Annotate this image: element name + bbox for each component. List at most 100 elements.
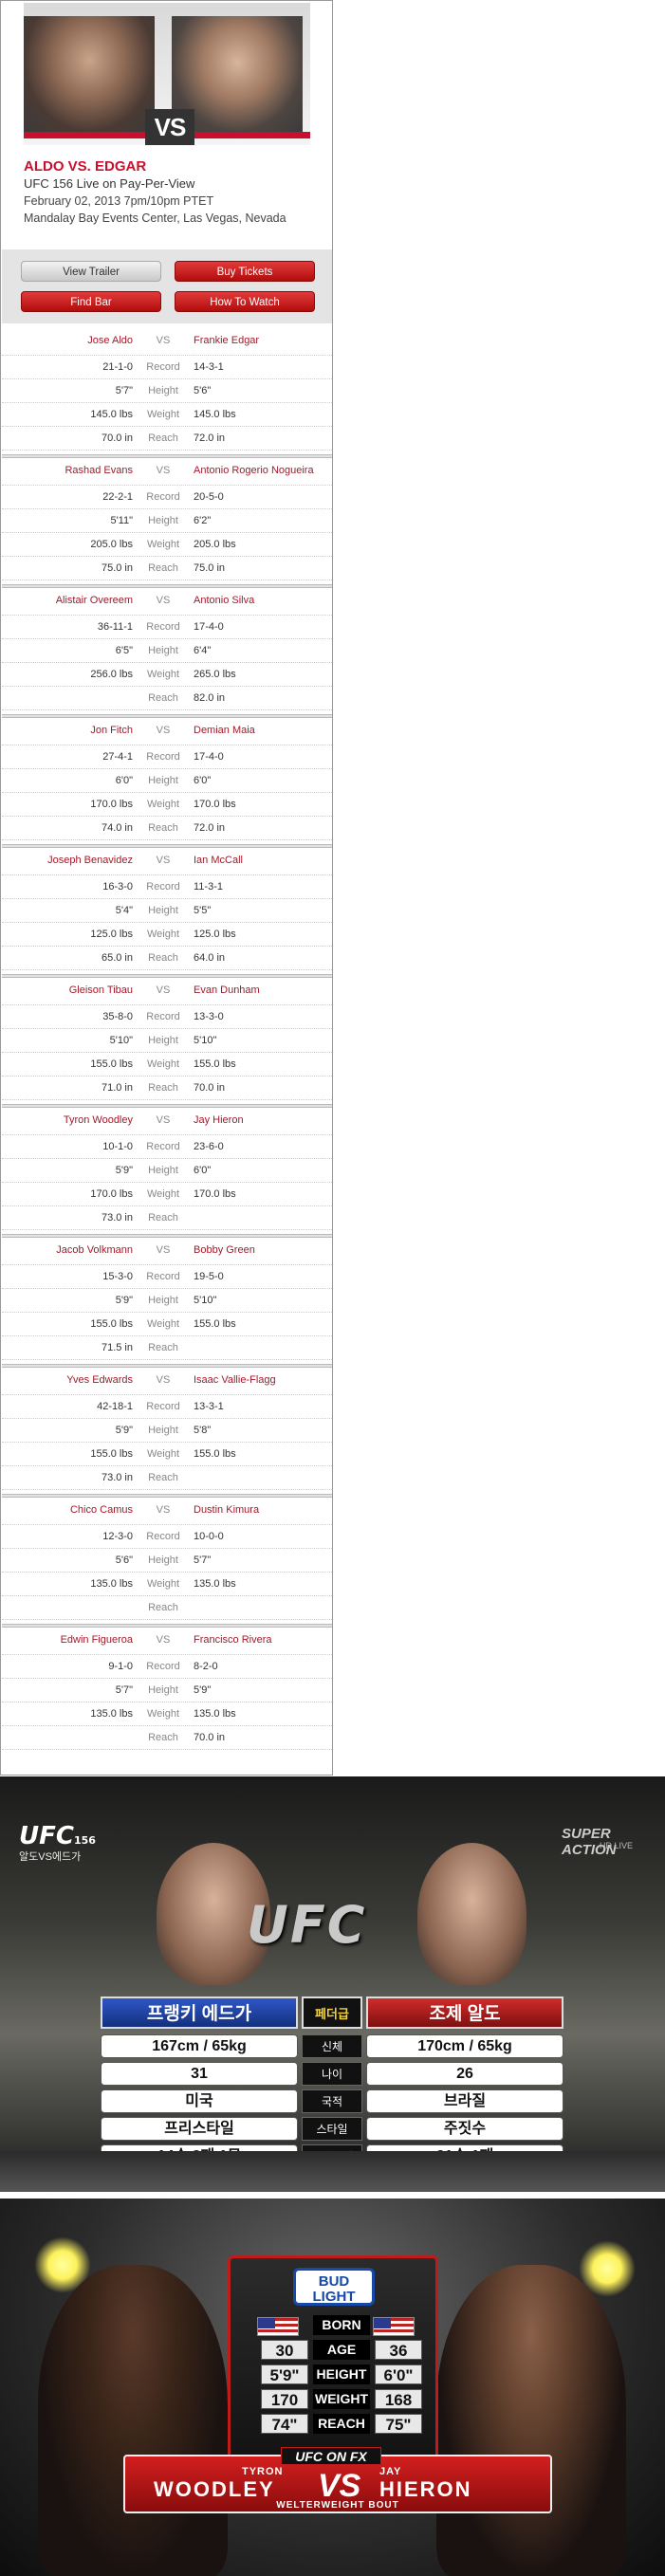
right-value: 5'9": [194, 1684, 212, 1696]
find-bar-button[interactable]: Find Bar: [21, 291, 161, 312]
stat-label: Record: [146, 881, 180, 892]
right-value: 5'10": [194, 1295, 217, 1306]
left-stat-value: 프리스타일: [101, 2117, 298, 2141]
height-row: 5'10" Height 5'10": [2, 1029, 332, 1053]
right-value: 64.0 in: [194, 952, 226, 964]
fighter-link[interactable]: Antonio Silva: [194, 593, 326, 608]
stat-label: Height: [148, 1425, 178, 1436]
reach-row: 74.0 in Reach 72.0 in: [2, 817, 332, 840]
stat-label: Weight: [146, 1058, 180, 1070]
stat-label: VS: [156, 1634, 171, 1646]
octagon-floor: [0, 2151, 665, 2192]
right-value: 5'5": [194, 905, 212, 916]
stat-label: Weight: [146, 409, 180, 420]
left-tape-value: 74": [261, 2414, 308, 2434]
record-row: 22-2-1 Record 20-5-0: [2, 486, 332, 509]
stat-label: VS: [156, 465, 171, 476]
right-value: 155.0 lbs: [194, 1448, 236, 1460]
stat-label: 스타일: [302, 2117, 362, 2141]
fighter-link[interactable]: Evan Dunham: [194, 983, 326, 998]
bout-names-row: Jose Aldo VS Frankie Edgar: [2, 327, 332, 356]
fighter-link[interactable]: Chico Camus: [9, 1502, 133, 1518]
bout-names-row: Alistair Overeem VS Antonio Silva: [2, 587, 332, 616]
buy-tickets-button[interactable]: Buy Tickets: [175, 261, 315, 282]
weight-row: 205.0 lbs Weight 205.0 lbs: [2, 533, 332, 557]
left-value: 10-1-0: [102, 1141, 133, 1152]
right-value: 19-5-0: [194, 1271, 224, 1282]
stat-label: 국적: [302, 2089, 362, 2113]
fighter-link[interactable]: Jacob Volkmann: [9, 1242, 133, 1258]
bout-names-row: Rashad Evans VS Antonio Rogerio Nogueira: [2, 457, 332, 486]
weight-row: 125.0 lbs Weight 125.0 lbs: [2, 923, 332, 947]
stat-label: Reach: [148, 1732, 178, 1743]
fighter-link[interactable]: Alistair Overeem: [9, 593, 133, 608]
stat-label: Record: [146, 1271, 180, 1282]
fighter-link[interactable]: Ian McCall: [194, 853, 326, 868]
stat-label: VS: [156, 1114, 171, 1126]
fighter-link[interactable]: Jay Hieron: [194, 1113, 326, 1128]
right-value: 5'10": [194, 1035, 217, 1046]
fighter-link[interactable]: Jose Aldo: [9, 333, 133, 348]
fighter-hieron: [436, 2265, 626, 2576]
us-flag-icon: [373, 2317, 415, 2336]
stat-label: Weight: [146, 1578, 180, 1590]
event-panel: VS ALDO VS. EDGAR UFC 156 Live on Pay-Pe…: [0, 0, 333, 1776]
left-value: 74.0 in: [101, 822, 133, 834]
fighter-link[interactable]: Joseph Benavidez: [9, 853, 133, 868]
left-value: 155.0 lbs: [90, 1058, 133, 1070]
right-last-name: HIERON: [379, 2477, 472, 2501]
record-row: 15-3-0 Record 19-5-0: [2, 1265, 332, 1289]
left-value: 5'10": [109, 1035, 133, 1046]
fighter-link[interactable]: Gleison Tibau: [9, 983, 133, 998]
tape-label: HEIGHT: [313, 2364, 370, 2384]
right-value: 125.0 lbs: [194, 929, 236, 940]
stat-label: Weight: [146, 1448, 180, 1460]
button-area: View Trailer Buy Tickets Find Bar How To…: [2, 249, 332, 323]
reach-row: Reach 82.0 in: [2, 687, 332, 710]
reach-row: 71.5 in Reach: [2, 1336, 332, 1360]
height-row: 5'9" Height 6'0": [2, 1159, 332, 1183]
fighter-link[interactable]: Dustin Kimura: [194, 1502, 326, 1518]
record-row: 36-11-1 Record 17-4-0: [2, 616, 332, 639]
fighter-link[interactable]: Bobby Green: [194, 1242, 326, 1258]
left-value: 65.0 in: [101, 952, 133, 964]
how-to-watch-button[interactable]: How To Watch: [175, 291, 315, 312]
view-trailer-button[interactable]: View Trailer: [21, 261, 161, 282]
fighter-link[interactable]: Frankie Edgar: [194, 333, 326, 348]
right-tape-value: 75": [375, 2414, 422, 2434]
left-value: 125.0 lbs: [90, 929, 133, 940]
fighter-link[interactable]: Yves Edwards: [9, 1372, 133, 1388]
tape-label: REACH: [313, 2414, 370, 2434]
right-stat-value: 브라질: [366, 2089, 563, 2113]
fighter-link[interactable]: Rashad Evans: [9, 463, 133, 478]
height-row: 6'0" Height 6'0": [2, 769, 332, 793]
stat-label: Record: [146, 621, 180, 633]
weight-row: 170.0 lbs Weight 170.0 lbs: [2, 1183, 332, 1206]
left-value: 71.0 in: [101, 1082, 133, 1094]
right-value: 5'8": [194, 1425, 212, 1436]
bout-type: WELTERWEIGHT BOUT: [276, 2500, 399, 2511]
left-value: 145.0 lbs: [90, 409, 133, 420]
fighter-link[interactable]: Francisco Rivera: [194, 1632, 326, 1647]
left-fighter-name: 프랭키 에드가: [101, 1996, 298, 2029]
fighter-link[interactable]: Demian Maia: [194, 723, 326, 738]
right-value: 23-6-0: [194, 1141, 224, 1152]
stat-label: Height: [148, 1295, 178, 1306]
record-row: 10-1-0 Record 23-6-0: [2, 1135, 332, 1159]
stat-label: Reach: [148, 1472, 178, 1483]
left-value: 170.0 lbs: [90, 1188, 133, 1200]
fighter-link[interactable]: Isaac Vallie-Flagg: [194, 1372, 326, 1388]
height-row: 5'7" Height 5'6": [2, 379, 332, 403]
right-value: 72.0 in: [194, 822, 226, 834]
tape-label: AGE: [313, 2340, 370, 2360]
right-value: 20-5-0: [194, 491, 224, 503]
left-first-name: TYRON: [242, 2466, 284, 2477]
fighter-link[interactable]: Edwin Figueroa: [9, 1632, 133, 1647]
left-tape-value: 5'9": [261, 2364, 308, 2384]
fighter-link[interactable]: Antonio Rogerio Nogueira: [194, 463, 326, 478]
korean-broadcast-graphic: UFC156 알도VS에드가 SUPER ACTION HD LIVE UFC …: [0, 1776, 665, 2192]
fighter-link[interactable]: Jon Fitch: [9, 723, 133, 738]
fighter-link[interactable]: Tyron Woodley: [9, 1113, 133, 1128]
left-value: 71.5 in: [101, 1342, 133, 1353]
height-row: 6'5" Height 6'4": [2, 639, 332, 663]
